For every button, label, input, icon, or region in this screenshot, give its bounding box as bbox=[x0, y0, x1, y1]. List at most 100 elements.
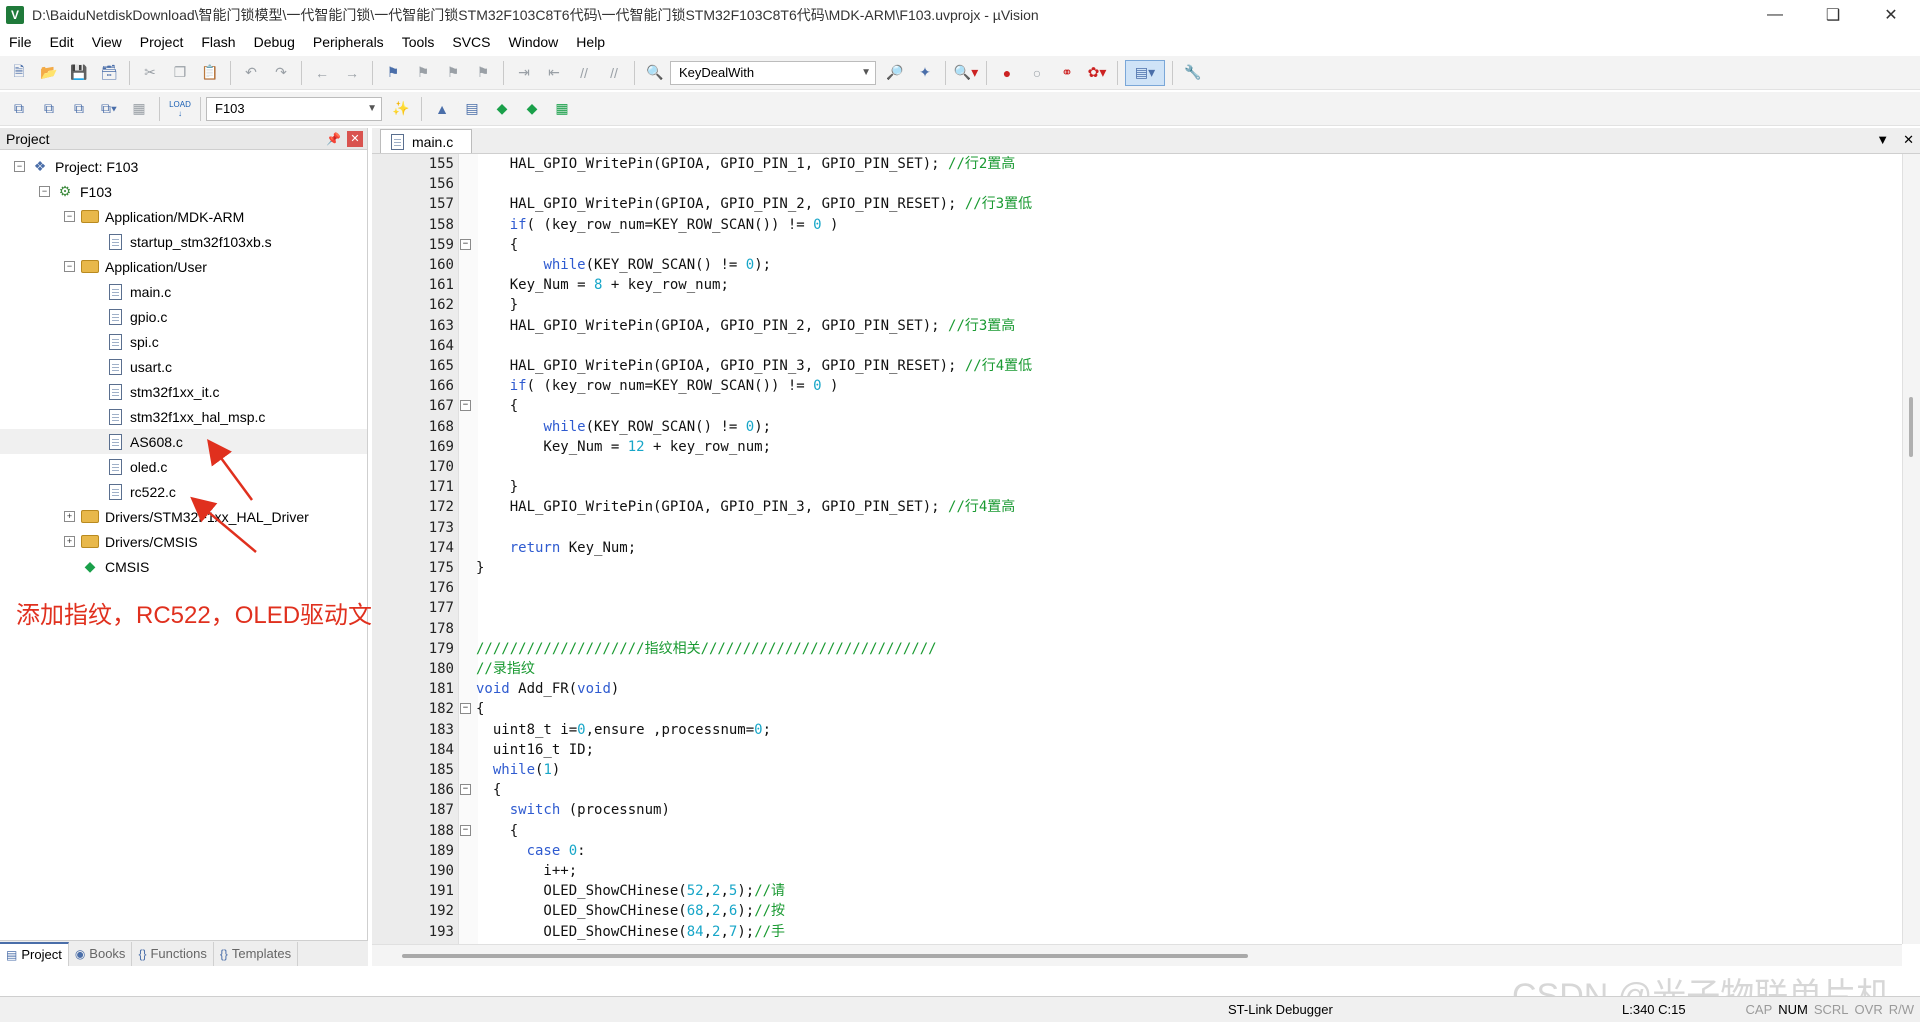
menu-svcs[interactable]: SVCS bbox=[443, 30, 499, 54]
manage-runtime-environment-icon[interactable]: ◆ bbox=[489, 96, 515, 122]
tree-item[interactable]: usart.c bbox=[0, 354, 367, 379]
fold-collapse-icon[interactable]: − bbox=[460, 703, 471, 715]
horizontal-scrollbar[interactable] bbox=[372, 944, 1902, 966]
manage-project-items-icon[interactable]: ▲ bbox=[429, 96, 455, 122]
menu-window[interactable]: Window bbox=[500, 30, 568, 54]
pin-icon[interactable]: 📌 bbox=[326, 132, 341, 146]
collapse-icon[interactable]: − bbox=[64, 211, 75, 222]
vertical-scroll-thumb[interactable] bbox=[1909, 397, 1913, 457]
number-literal: 0 bbox=[568, 842, 578, 859]
tree-item[interactable]: ◆ CMSIS bbox=[0, 554, 367, 579]
tree-item[interactable]: + Drivers/STM32F1xx_HAL_Driver bbox=[0, 504, 367, 529]
menu-view[interactable]: View bbox=[83, 30, 131, 54]
tree-item[interactable]: startup_stm32f103xb.s bbox=[0, 229, 367, 254]
code-editor[interactable]: 155 HAL_GPIO_WritePin(GPIOA, GPIO_PIN_1,… bbox=[372, 154, 1902, 944]
collapse-icon[interactable]: − bbox=[14, 161, 25, 172]
collapse-icon[interactable]: − bbox=[64, 261, 75, 272]
tree-item[interactable]: rc522.c bbox=[0, 479, 367, 504]
save-icon[interactable]: 💾 bbox=[66, 60, 92, 86]
tab-templates[interactable]: {} Templates bbox=[214, 941, 299, 966]
previous-bookmark-icon[interactable]: ⚑ bbox=[410, 60, 436, 86]
clear-bookmarks-icon[interactable]: ⚑ bbox=[470, 60, 496, 86]
menu-project[interactable]: Project bbox=[131, 30, 193, 54]
horizontal-scroll-thumb[interactable] bbox=[402, 954, 1248, 958]
tree-item[interactable]: stm32f1xx_it.c bbox=[0, 379, 367, 404]
translate-icon[interactable]: ⧉ bbox=[6, 96, 32, 122]
tab-main-c[interactable]: main.c bbox=[380, 129, 473, 153]
fold-collapse-icon[interactable]: − bbox=[460, 400, 471, 412]
expand-icon[interactable]: + bbox=[64, 511, 75, 522]
paste-icon[interactable]: 📋 bbox=[197, 60, 223, 86]
menu-flash[interactable]: Flash bbox=[192, 30, 244, 54]
rebuild-icon[interactable]: ⧉ bbox=[66, 96, 92, 122]
batch-build-icon[interactable]: ⧉▾ bbox=[96, 96, 122, 122]
build-icon[interactable]: ⧉ bbox=[36, 96, 62, 122]
navigate-forward-icon[interactable]: → bbox=[339, 60, 365, 86]
enable-breakpoint-icon[interactable]: ○ bbox=[1024, 60, 1050, 86]
tree-item[interactable]: − ⚙ F103 bbox=[0, 179, 367, 204]
expand-icon[interactable]: + bbox=[64, 536, 75, 547]
fold-collapse-icon[interactable]: − bbox=[460, 824, 471, 836]
collapse-icon[interactable]: − bbox=[39, 186, 50, 197]
redo-icon[interactable]: ↷ bbox=[268, 60, 294, 86]
tree-item[interactable]: AS608.c bbox=[0, 429, 367, 454]
tree-item[interactable]: main.c bbox=[0, 279, 367, 304]
find-combo[interactable]: KeyDealWith ▼ bbox=[670, 60, 876, 85]
menu-peripherals[interactable]: Peripherals bbox=[304, 30, 393, 54]
kill-breakpoints-icon[interactable]: ✿▾ bbox=[1084, 60, 1110, 86]
tree-item[interactable]: − ❖ Project: F103 bbox=[0, 154, 367, 179]
find-icon[interactable]: 🔎 bbox=[882, 60, 908, 86]
pack-installer-icon[interactable]: ▦ bbox=[549, 96, 575, 122]
tree-item[interactable]: stm32f1xx_hal_msp.c bbox=[0, 404, 367, 429]
menu-debug[interactable]: Debug bbox=[245, 30, 304, 54]
menu-edit[interactable]: Edit bbox=[41, 30, 83, 54]
undo-icon[interactable]: ↶ bbox=[238, 60, 264, 86]
vertical-scrollbar[interactable] bbox=[1902, 154, 1920, 944]
find-in-files-icon[interactable]: 🔍 bbox=[642, 60, 668, 86]
restore-button[interactable]: ❑ bbox=[1804, 0, 1862, 30]
tree-item[interactable]: spi.c bbox=[0, 329, 367, 354]
stop-build-icon[interactable]: ▦ bbox=[126, 96, 152, 122]
insert-bookmark-icon[interactable]: ⚑ bbox=[380, 60, 406, 86]
menu-tools[interactable]: Tools bbox=[393, 30, 444, 54]
target-combo[interactable]: F103 ▼ bbox=[206, 96, 382, 121]
fold-collapse-icon[interactable]: − bbox=[460, 238, 471, 250]
tab-functions[interactable]: {} Functions bbox=[132, 941, 214, 966]
uncomment-icon[interactable]: // bbox=[601, 60, 627, 86]
download-load-icon[interactable]: LOAD ↓ bbox=[167, 96, 193, 122]
configure-icon[interactable]: 🔧 bbox=[1180, 60, 1206, 86]
close-tab-icon[interactable]: ✕ bbox=[1903, 132, 1914, 148]
indent-icon[interactable]: ⇥ bbox=[511, 60, 537, 86]
tree-item[interactable]: − Application/MDK-ARM bbox=[0, 204, 367, 229]
start-debug-icon[interactable]: 🔍▾ bbox=[953, 60, 979, 86]
manage-multi-project-icon[interactable]: ▤ bbox=[459, 96, 485, 122]
close-button[interactable]: ✕ bbox=[1862, 0, 1920, 30]
cut-icon[interactable]: ✂ bbox=[137, 60, 163, 86]
minimize-button[interactable]: — bbox=[1746, 0, 1804, 30]
incremental-find-icon[interactable]: ✦ bbox=[912, 60, 938, 86]
disable-breakpoints-icon[interactable]: ⚭ bbox=[1054, 60, 1080, 86]
menu-help[interactable]: Help bbox=[567, 30, 614, 54]
tab-list-icon[interactable]: ▼ bbox=[1876, 132, 1889, 148]
new-file-icon[interactable]: 🗎 bbox=[6, 60, 32, 86]
select-software-packs-icon[interactable]: ◆ bbox=[519, 96, 545, 122]
copy-icon[interactable]: ❐ bbox=[167, 60, 193, 86]
menu-file[interactable]: File bbox=[0, 30, 41, 54]
insert-breakpoint-icon[interactable]: ● bbox=[994, 60, 1020, 86]
open-file-icon[interactable]: 📂 bbox=[36, 60, 62, 86]
tree-item[interactable]: + Drivers/CMSIS bbox=[0, 529, 367, 554]
options-for-target-icon[interactable]: ✨ bbox=[388, 96, 414, 122]
tab-project[interactable]: ▤ Project bbox=[0, 941, 69, 966]
tree-item[interactable]: oled.c bbox=[0, 454, 367, 479]
comment-icon[interactable]: // bbox=[571, 60, 597, 86]
navigate-back-icon[interactable]: ← bbox=[309, 60, 335, 86]
panel-close-icon[interactable]: ✕ bbox=[347, 130, 363, 147]
next-bookmark-icon[interactable]: ⚑ bbox=[440, 60, 466, 86]
tree-item[interactable]: gpio.c bbox=[0, 304, 367, 329]
fold-collapse-icon[interactable]: − bbox=[460, 784, 471, 796]
window-layout-icon[interactable]: ▤▾ bbox=[1125, 59, 1165, 86]
unindent-icon[interactable]: ⇤ bbox=[541, 60, 567, 86]
tab-books[interactable]: ◉ Books bbox=[69, 941, 133, 966]
tree-item[interactable]: − Application/User bbox=[0, 254, 367, 279]
save-all-icon[interactable]: 🗃 bbox=[96, 60, 122, 86]
